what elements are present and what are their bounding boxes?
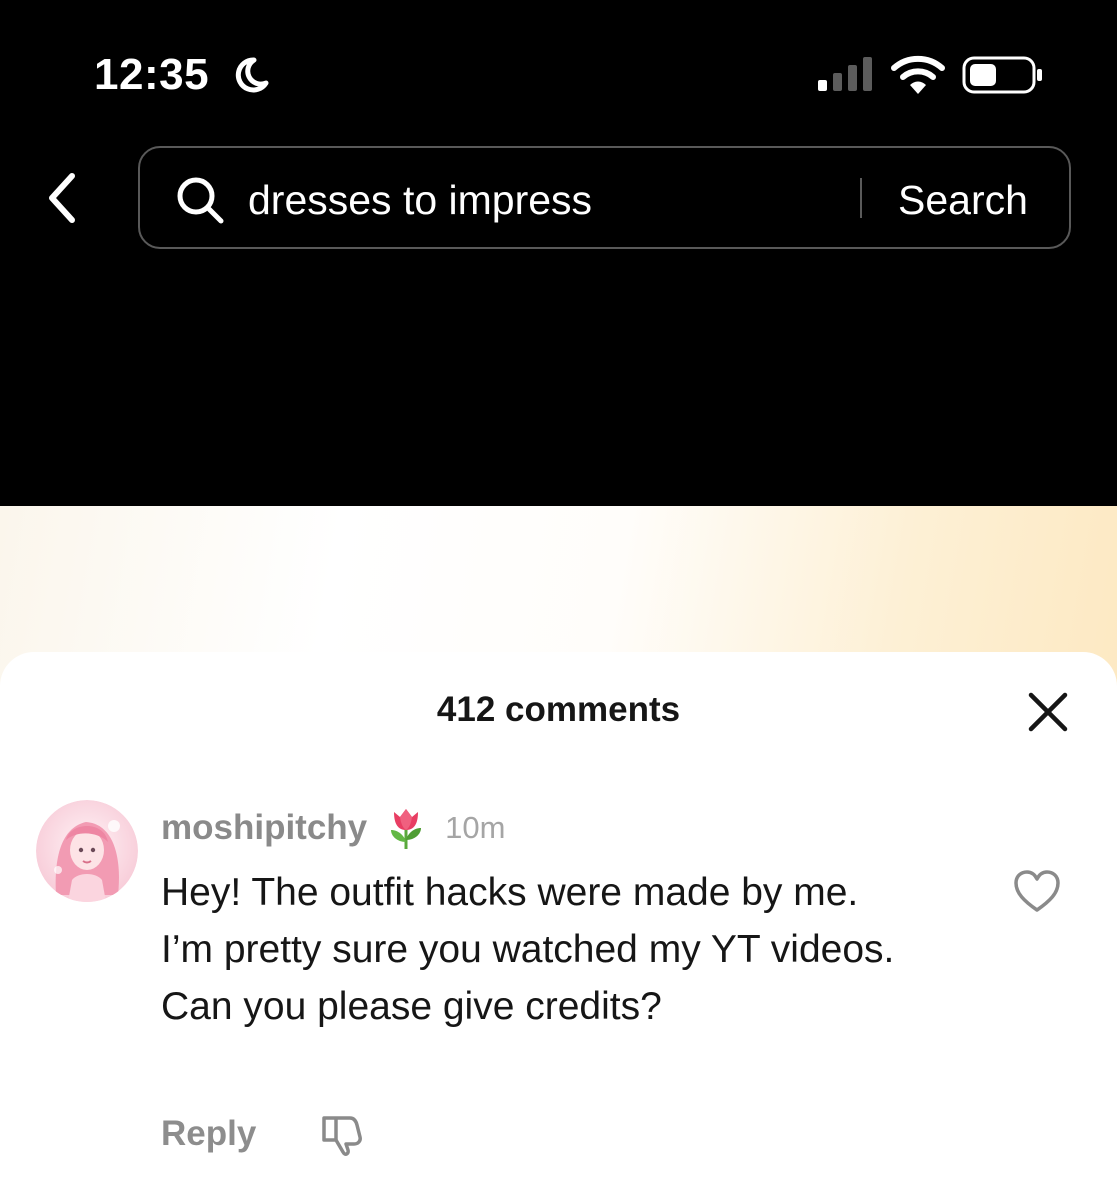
comment-item: moshipitchy 10m Hey! The outfit hacks we…	[0, 792, 1117, 1192]
comment-timestamp: 10m	[445, 810, 506, 845]
search-button[interactable]: Search	[898, 176, 1028, 224]
back-button[interactable]	[38, 166, 90, 230]
reply-button[interactable]: Reply	[161, 1114, 256, 1154]
comment-username[interactable]: moshipitchy	[161, 808, 367, 848]
moon-icon	[235, 57, 269, 93]
close-icon[interactable]	[1026, 690, 1070, 734]
avatar[interactable]	[36, 800, 138, 902]
search-divider	[860, 178, 862, 218]
search-bar[interactable]: dresses to impress Search	[138, 146, 1071, 249]
comment-text: Hey! The outfit hacks were made by me. I…	[161, 871, 895, 1028]
status-time: 12:35	[94, 50, 210, 99]
comments-sheet: 412 comments moshipitchy 10m Hey! The ou…	[0, 652, 1117, 1200]
status-bar: 12:35	[0, 0, 1117, 130]
battery-icon	[962, 56, 1042, 94]
search-icon	[177, 177, 224, 224]
comment-header: moshipitchy 10m	[161, 806, 505, 850]
heart-icon[interactable]	[1012, 868, 1062, 914]
comments-count: 412 comments	[436, 690, 681, 729]
dislike-icon[interactable]	[318, 1112, 366, 1156]
wifi-icon	[891, 55, 945, 94]
signal-icon	[818, 57, 872, 91]
tulip-icon	[391, 809, 422, 849]
search-input[interactable]: dresses to impress	[248, 176, 592, 224]
